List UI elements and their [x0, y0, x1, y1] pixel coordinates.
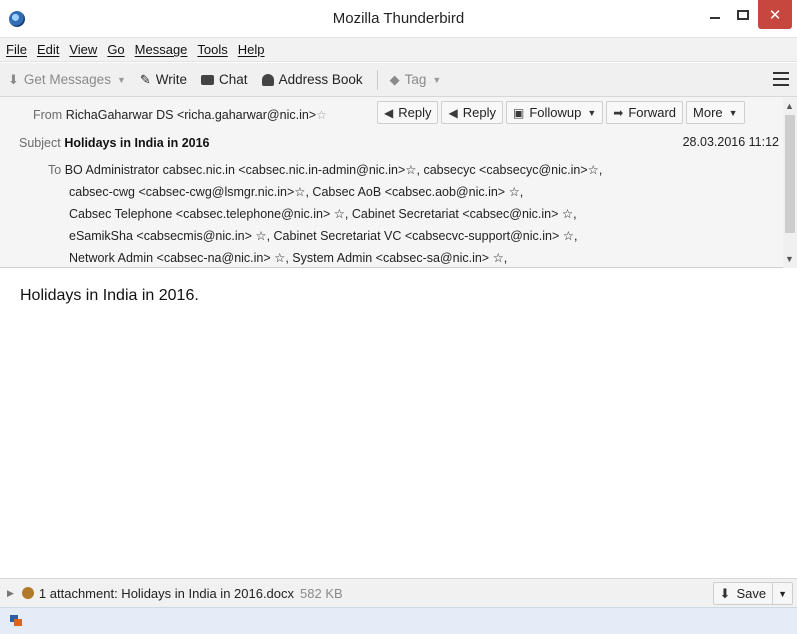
from-address[interactable]: RichaGaharwar DS <richa.gaharwar@nic.in>	[66, 108, 316, 122]
chat-button[interactable]: Chat	[201, 72, 248, 87]
window-title: Mozilla Thunderbird	[332, 10, 465, 27]
contact-icon	[261, 73, 274, 86]
maximize-icon	[737, 9, 749, 20]
toolbar-separator	[376, 69, 378, 90]
forward-label: Forward	[628, 105, 677, 120]
forward-arrow-icon: ➡	[613, 105, 624, 120]
reply-all-button[interactable]: ◀ Reply	[441, 101, 503, 124]
to-line: To BO Administrator cabsec.nic.in <cabse…	[48, 159, 768, 181]
menu-file[interactable]: File	[6, 42, 27, 57]
main-toolbar: ⬇ Get Messages ▼ ✎ Write Chat Address Bo…	[0, 63, 797, 97]
tag-button[interactable]: ◆ Tag ▼	[390, 72, 442, 88]
header-scrollbar[interactable]: ▲ ▼	[783, 97, 797, 268]
reply-all-label: Reply	[462, 105, 496, 120]
menu-help[interactable]: Help	[238, 42, 265, 57]
menu-tools[interactable]: Tools	[197, 42, 227, 57]
attachment-summary[interactable]: 1 attachment: Holidays in India in 2016.…	[39, 586, 294, 601]
address-book-label: Address Book	[278, 72, 363, 87]
close-button[interactable]: ✕	[758, 0, 792, 29]
chevron-down-icon[interactable]: ▼	[117, 75, 126, 85]
expand-triangle-icon[interactable]: ▶	[7, 588, 14, 599]
save-label: Save	[736, 586, 767, 601]
online-status-icon[interactable]	[10, 615, 22, 627]
chevron-down-icon: ▼	[728, 107, 738, 118]
write-label: Write	[155, 72, 188, 87]
download-icon: ⬇	[8, 71, 19, 87]
subject-value: Holidays in India in 2016	[64, 136, 210, 150]
header-action-buttons: ◀ Reply ◀ Reply ▣ Followup ▼ ➡ Forward M…	[377, 101, 748, 124]
subject-row: Subject Holidays in India in 2016	[19, 135, 210, 150]
menu-message[interactable]: Message	[135, 42, 188, 57]
chevron-down-icon[interactable]: ▼	[773, 589, 792, 599]
attachment-size: 582 KB	[300, 585, 343, 601]
more-button[interactable]: More ▼	[686, 101, 745, 124]
forward-button[interactable]: ➡ Forward	[606, 101, 684, 124]
from-label: From	[33, 108, 63, 122]
message-body[interactable]: Holidays in India in 2016.	[0, 269, 797, 578]
scroll-up-icon[interactable]: ▲	[785, 101, 794, 111]
followup-icon: ▣	[512, 105, 525, 120]
scroll-down-icon[interactable]: ▼	[785, 254, 794, 264]
chevron-down-icon[interactable]: ▼	[587, 108, 596, 118]
followup-button[interactable]: ▣ Followup ▼	[505, 101, 604, 124]
save-main[interactable]: ⬇ Save	[714, 583, 774, 604]
reply-button[interactable]: ◀ Reply	[377, 101, 439, 124]
menu-view[interactable]: View	[69, 42, 97, 57]
minimize-icon	[710, 16, 720, 19]
maximize-button[interactable]	[730, 0, 756, 29]
attachment-bar: ▶ 1 attachment: Holidays in India in 201…	[0, 578, 797, 607]
write-button[interactable]: ✎ Write	[140, 72, 187, 88]
minimize-button[interactable]	[702, 0, 728, 29]
pencil-icon: ✎	[139, 71, 151, 87]
paperclip-icon	[21, 587, 34, 599]
save-attachment-button[interactable]: ⬇ Save ▼	[712, 582, 793, 605]
address-book-button[interactable]: Address Book	[261, 72, 363, 87]
reply-label: Reply	[398, 105, 432, 120]
menu-edit[interactable]: Edit	[37, 42, 59, 57]
menu-go[interactable]: Go	[107, 42, 124, 57]
get-messages-label: Get Messages	[23, 72, 111, 87]
recipient-list[interactable]: BO Administrator cabsec.nic.in <cabsec.n…	[65, 163, 603, 177]
reply-arrow-icon: ◀	[448, 105, 458, 120]
tag-label: Tag	[404, 72, 427, 87]
chevron-down-icon: ▼	[432, 74, 442, 85]
to-label: To	[48, 163, 62, 177]
chat-label: Chat	[219, 72, 248, 87]
subject-label: Subject	[19, 136, 61, 150]
status-bar	[0, 607, 797, 634]
message-header-pane: From RichaGaharwar DS <richa.gaharwar@ni…	[0, 97, 797, 268]
from-row: From RichaGaharwar DS <richa.gaharwar@ni…	[33, 107, 327, 122]
scrollbar-thumb[interactable]	[785, 115, 795, 233]
to-line[interactable]: Cabsec Telephone <cabsec.telephone@nic.i…	[48, 203, 768, 225]
star-icon[interactable]: ☆	[316, 108, 327, 122]
to-recipients: To BO Administrator cabsec.nic.in <cabse…	[48, 159, 768, 269]
to-line[interactable]: cabsec-cwg <cabsec-cwg@lsmgr.nic.in>☆, C…	[48, 181, 768, 203]
followup-label: Followup	[529, 105, 582, 120]
close-icon: ✕	[768, 6, 782, 24]
to-line[interactable]: eSamikSha <cabsecmis@nic.in> ☆, Cabinet …	[48, 225, 768, 247]
chat-bubble-icon	[201, 74, 215, 85]
message-date: 28.03.2016 11:12	[682, 135, 779, 149]
get-messages-button[interactable]: ⬇ Get Messages ▼	[8, 72, 126, 88]
menu-bar: File Edit View Go Message Tools Help	[0, 38, 797, 62]
to-line[interactable]: Network Admin <cabsec-na@nic.in> ☆, Syst…	[48, 247, 768, 269]
title-bar: Mozilla Thunderbird ✕	[0, 0, 797, 38]
message-body-text: Holidays in India in 2016.	[20, 287, 199, 304]
tag-icon: ◆	[389, 71, 400, 87]
save-download-icon: ⬇	[719, 585, 731, 601]
reply-arrow-icon: ◀	[384, 105, 394, 120]
more-label: More	[693, 105, 723, 120]
app-menu-icon[interactable]	[773, 72, 789, 86]
